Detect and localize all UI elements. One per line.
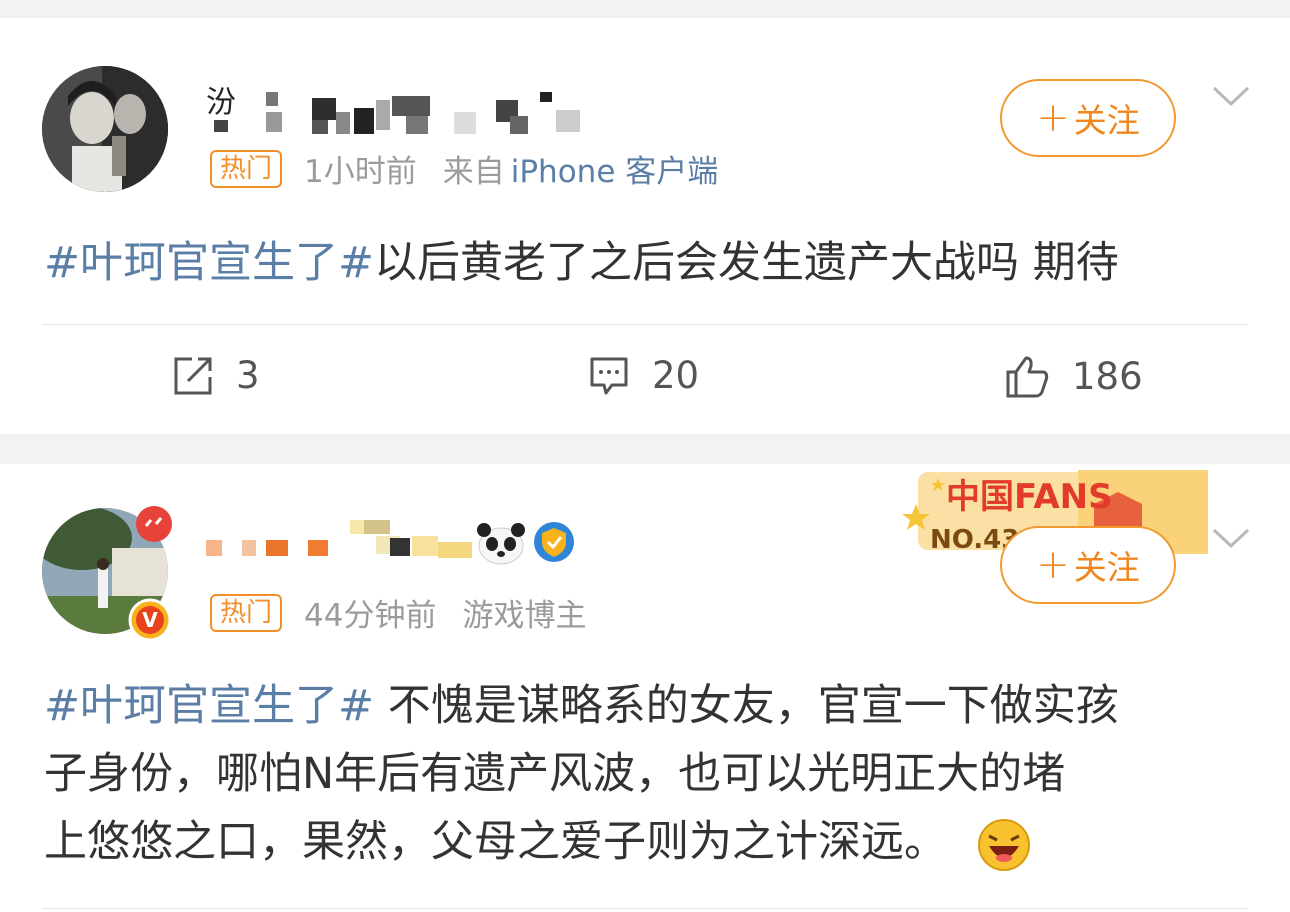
- post-meta: 热门 1小时前 来自 iPhone 客户端: [210, 146, 718, 191]
- source-link[interactable]: iPhone 客户端: [511, 146, 719, 191]
- follow-label: 关注: [1073, 548, 1140, 587]
- chevron-down-icon[interactable]: [1212, 526, 1250, 550]
- username-mosaic[interactable]: [200, 516, 500, 566]
- avatar[interactable]: [42, 66, 168, 192]
- divider: [42, 908, 1248, 909]
- laughing-emoji-icon: [977, 818, 1030, 871]
- post-meta: 热门 44分钟前 游戏博主: [210, 590, 586, 635]
- chevron-down-icon[interactable]: [1212, 84, 1250, 108]
- content-line: 子身份，哪怕N年后有遗产风波，也可以光明正大的堵: [44, 749, 1066, 799]
- content-line: #叶珂官宣生了# 不愧是谋略系的女友，官宣一下做实孩: [44, 681, 1119, 731]
- divider: [42, 324, 1248, 325]
- panda-emoji-icon: [477, 523, 525, 565]
- username-mosaic[interactable]: 汾: [206, 82, 586, 138]
- follow-label: 关注: [1073, 101, 1140, 140]
- content-line: 上悠悠之口，果然，父母之爱子则为之计深远。: [44, 808, 1119, 876]
- verified-v-icon: V: [128, 598, 172, 642]
- post-content: #叶珂官宣生了# 不愧是谋略系的女友，官宣一下做实孩 子身份，哪怕N年后有遗产风…: [44, 672, 1119, 876]
- notification-dot-icon: [136, 506, 172, 542]
- comment-icon: [590, 357, 628, 394]
- like-button[interactable]: 186: [1004, 354, 1143, 398]
- post-text: 以后黄老了之后会发生遗产大战吗 期待: [374, 238, 1119, 288]
- post-time: 44分钟前: [304, 598, 437, 634]
- like-count: 186: [1072, 354, 1143, 398]
- post-card-1: 汾 热门 1小时前 来自 iPhone 客户端 + 关注 #叶珂官宣生了#以后黄…: [0, 18, 1290, 434]
- shield-badge-icon: [534, 522, 574, 562]
- hot-tag: 热门: [210, 593, 283, 632]
- hot-tag: 热门: [210, 149, 283, 188]
- svg-text:汾: 汾: [206, 85, 236, 120]
- source-prefix: 来自: [442, 154, 505, 190]
- author-category: 游戏博主: [462, 598, 587, 634]
- plus-icon: +: [1036, 95, 1070, 141]
- repost-count: 3: [236, 354, 260, 397]
- repost-button[interactable]: 3: [172, 354, 260, 397]
- badge-title: 中国FANS: [946, 477, 1113, 517]
- svg-text:V: V: [142, 608, 158, 632]
- post-time: 1小时前: [304, 154, 417, 190]
- avatar-photo: [42, 66, 168, 192]
- follow-button[interactable]: + 关注: [1000, 79, 1176, 157]
- plus-icon: +: [1036, 542, 1070, 588]
- post-card-2: V 中国FANS NO.43 热门 44分钟前 游戏博主 + 关注 #叶珂官宣生…: [0, 464, 1290, 912]
- weibo-feed: 汾 热门 1小时前 来自 iPhone 客户端 + 关注 #叶珂官宣生了#以后黄…: [0, 0, 1290, 912]
- hashtag-link[interactable]: #叶珂官宣生了#: [44, 238, 374, 288]
- hashtag-link[interactable]: #叶珂官宣生了#: [44, 681, 374, 731]
- comment-count: 20: [652, 354, 700, 397]
- post-content: #叶珂官宣生了#以后黄老了之后会发生遗产大战吗 期待: [44, 228, 1119, 290]
- follow-button[interactable]: + 关注: [1000, 526, 1176, 604]
- comment-button[interactable]: 20: [588, 354, 699, 397]
- like-icon: [1006, 356, 1049, 398]
- repost-icon: [174, 357, 212, 394]
